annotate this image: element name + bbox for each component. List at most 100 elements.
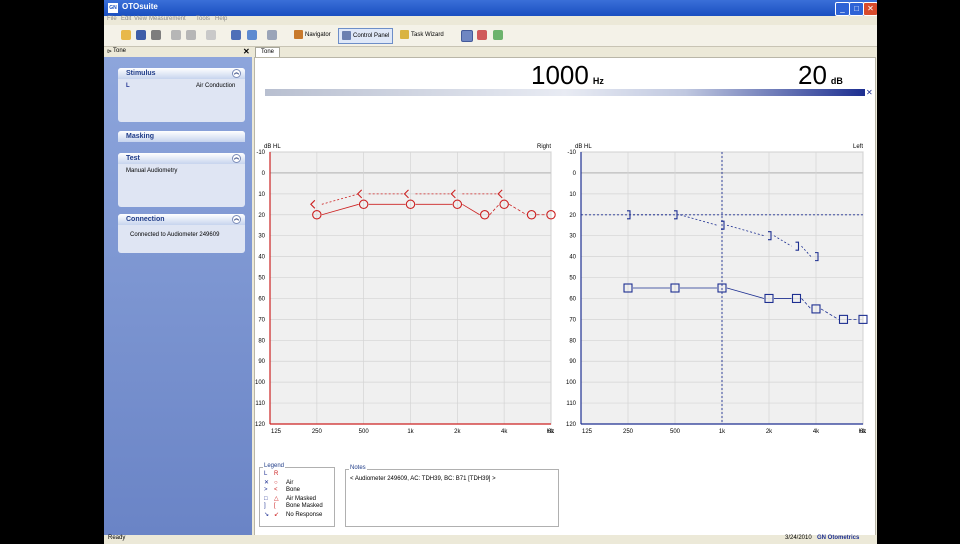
- audiogram-charts[interactable]: -100102030405060708090100110120125 250 500…: [255, 138, 875, 518]
- connection-title: Connection: [126, 216, 165, 223]
- open-folder-icon[interactable]: [121, 30, 131, 40]
- status-text: Ready: [108, 535, 126, 541]
- y-tick-label: 30: [569, 234, 576, 240]
- test-header[interactable]: Test ︽: [118, 153, 245, 164]
- minimize-button[interactable]: _: [835, 2, 850, 16]
- notes-text[interactable]: < Audiometer 249609, AC: TDH39, BC: B71 …: [350, 476, 496, 482]
- app-logo: GN: [108, 3, 118, 13]
- stimulus-body: L Air Conduction: [118, 79, 245, 93]
- notes-title: Notes: [349, 465, 367, 471]
- sidebar-close-icon[interactable]: ✕: [243, 47, 250, 56]
- status-bar: Ready 3/24/2010 GN Otometrics: [104, 535, 877, 544]
- connection-header[interactable]: Connection ︽: [118, 214, 245, 225]
- pin-icon[interactable]: ⊳: [107, 48, 112, 55]
- legend-left-header: L: [264, 471, 268, 477]
- legend-label: No Response: [286, 512, 323, 518]
- sidebar-header: ⊳ Tone ✕: [104, 47, 252, 57]
- print-icon[interactable]: [151, 30, 161, 40]
- tool-icon[interactable]: [493, 30, 503, 40]
- menu-view[interactable]: View: [134, 16, 147, 22]
- toolbar: Navigator Control Panel Task Wizard: [104, 25, 877, 47]
- tab-tone[interactable]: Tone: [255, 47, 281, 57]
- y-tick-label: 120: [566, 422, 577, 428]
- collapse-icon[interactable]: ︽: [232, 154, 241, 163]
- y-tick-label: 10: [569, 192, 576, 198]
- tab-strip: Tone: [253, 47, 877, 57]
- y-tick-label: 30: [258, 234, 265, 240]
- y-tick-label: 90: [258, 359, 265, 365]
- control-panel-icon: [342, 30, 351, 40]
- menu-help[interactable]: Help: [215, 16, 227, 22]
- help-icon[interactable]: [267, 30, 277, 40]
- y-axis-label: dB HL: [575, 144, 592, 150]
- y-tick-label: 80: [258, 338, 265, 344]
- edit-icon[interactable]: [231, 30, 241, 40]
- test-title: Test: [126, 155, 140, 162]
- save-icon[interactable]: [136, 30, 146, 40]
- legend-box: Legend LR ✕ ○ Air > < Bone □ △ Air Masked] [Bone …: [259, 463, 335, 527]
- legend-left-symbol: ]: [264, 503, 266, 509]
- x-axis-label: Hz: [859, 429, 866, 435]
- level-gradient-bar: [265, 89, 865, 96]
- legend-row: ↘ ↙ No Response: [264, 511, 322, 518]
- control-panel-label: Control Panel: [353, 33, 390, 39]
- menu-file[interactable]: File: [107, 16, 117, 22]
- notes-box: Notes < Audiometer 249609, AC: TDH39, BC…: [345, 465, 559, 527]
- maximize-button[interactable]: □: [849, 2, 864, 16]
- task-wizard-button[interactable]: Task Wizard: [397, 28, 447, 42]
- legend-row: ] [ Bone Masked: [264, 503, 323, 509]
- connection-panel: Connection ︽ Connected to Audiometer 2496…: [118, 214, 245, 253]
- close-window-button[interactable]: ✕: [863, 2, 877, 16]
- legend-right-symbol: ↙: [274, 512, 280, 518]
- x-tick-label: 500: [359, 429, 370, 435]
- y-tick-label: -10: [256, 150, 265, 156]
- x-tick-label: 2k: [766, 429, 773, 435]
- y-axis-label: dB HL: [264, 144, 281, 150]
- title-bar: GN OTOsuite _ □ ✕: [104, 0, 877, 16]
- stimulus-type[interactable]: Air Conduction: [196, 83, 235, 89]
- menu-measurement[interactable]: Measurement: [149, 16, 186, 22]
- legend-right-symbol: <: [274, 487, 278, 493]
- collapse-icon[interactable]: ︽: [232, 69, 241, 78]
- menu-edit[interactable]: Edit: [121, 16, 131, 22]
- x-tick-label: 1k: [719, 429, 726, 435]
- legend-header: LR: [264, 471, 286, 477]
- masking-title: Masking: [126, 133, 155, 140]
- test-type[interactable]: Manual Audiometry: [118, 164, 245, 178]
- y-tick-label: 100: [566, 380, 577, 386]
- redo-icon[interactable]: [186, 30, 196, 40]
- y-tick-label: 50: [258, 276, 265, 282]
- y-tick-label: 120: [255, 422, 266, 428]
- stimulus-ear[interactable]: L: [126, 83, 130, 89]
- y-tick-label: 100: [255, 380, 266, 386]
- gradient-close-icon[interactable]: ✕: [866, 88, 873, 97]
- collapse-icon[interactable]: ︽: [232, 215, 241, 224]
- copy-icon[interactable]: [247, 30, 257, 40]
- test-panel: Test ︽ Manual Audiometry: [118, 153, 245, 207]
- chart-compare-icon[interactable]: [477, 30, 487, 40]
- y-tick-label: 40: [569, 255, 576, 261]
- y-tick-label: 90: [569, 359, 576, 365]
- legend-label: Bone Masked: [286, 503, 323, 509]
- status-brand: GN Otometrics: [817, 535, 860, 541]
- legend-right-symbol: [: [274, 503, 276, 509]
- masking-header[interactable]: Masking: [118, 131, 245, 142]
- chart-view-icon[interactable]: [461, 30, 473, 42]
- connection-status: Connected to Audiometer 249609: [130, 232, 220, 238]
- y-tick-label: 10: [258, 192, 265, 198]
- menu-bar: File Edit View Measurement Tools Help: [104, 16, 877, 25]
- y-tick-label: 60: [569, 296, 576, 302]
- menu-tools[interactable]: Tools: [196, 16, 210, 22]
- y-tick-label: 50: [569, 276, 576, 282]
- navigator-button[interactable]: Navigator: [291, 28, 334, 42]
- audiogram-right: -10 0 10 20 30 40 50 60 70 80 90 100 110 120 125 250 500…: [255, 144, 556, 435]
- x-tick-label: 2k: [454, 429, 461, 435]
- y-tick-label: 20: [569, 213, 576, 219]
- x-axis-label: Hz: [547, 429, 554, 435]
- control-panel-button[interactable]: Control Panel: [338, 28, 394, 44]
- stimulus-header[interactable]: Stimulus ︽: [118, 68, 245, 79]
- send-icon[interactable]: [206, 30, 216, 40]
- sidebar-title: Tone: [113, 48, 127, 54]
- undo-icon[interactable]: [171, 30, 181, 40]
- navigator-icon: [294, 29, 303, 39]
